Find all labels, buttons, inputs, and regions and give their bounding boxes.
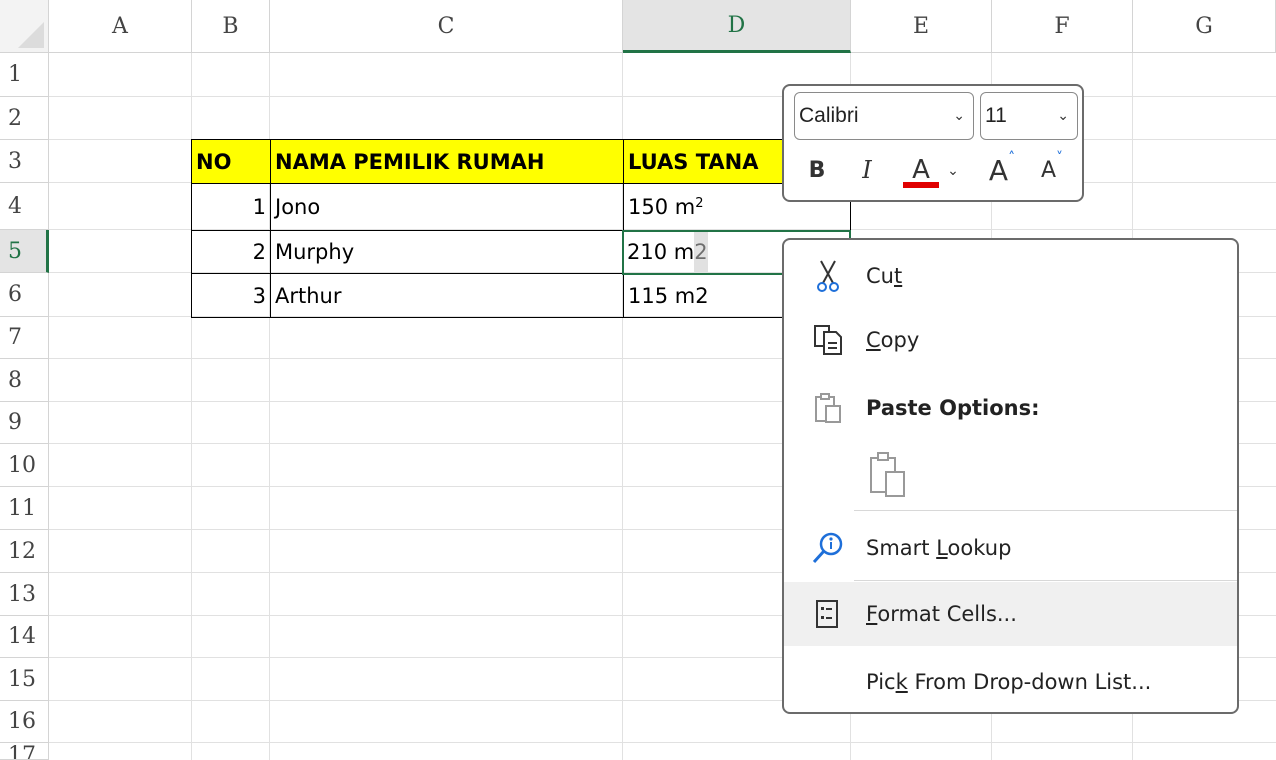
- row-header-3[interactable]: 3: [0, 140, 49, 183]
- menu-item-cut[interactable]: Cut: [784, 244, 1237, 308]
- select-all-corner[interactable]: [0, 0, 49, 53]
- row-header-15[interactable]: 15: [0, 658, 49, 701]
- menu-item-cut-label: Cut: [866, 264, 902, 288]
- row-header-17[interactable]: 17: [0, 743, 49, 760]
- cut-label-pre: Cu: [866, 264, 894, 288]
- font-size-dropdown[interactable]: 11 ⌄: [980, 92, 1078, 140]
- row-header-4[interactable]: 4: [0, 183, 49, 230]
- caret-down-icon: ˅: [1056, 150, 1064, 166]
- pick-label-accelerator: k: [895, 670, 908, 694]
- font-name-dropdown[interactable]: Calibri ⌄: [794, 92, 974, 140]
- caret-up-icon: ˄: [1008, 150, 1016, 166]
- pick-label-pre: Pic: [866, 670, 896, 694]
- copy-icon: [810, 322, 846, 358]
- chevron-down-icon: ⌄: [953, 107, 965, 123]
- context-menu: Cut Copy Paste Options: Smart Lookup For…: [782, 238, 1239, 714]
- row-header-16[interactable]: 16: [0, 701, 49, 743]
- smart-lookup-label-accelerator: L: [936, 536, 948, 560]
- column-header-g[interactable]: G: [1133, 0, 1276, 53]
- gridline: [49, 96, 1276, 97]
- cell-b3-header-no[interactable]: NO: [191, 139, 271, 184]
- cell-d4-luas-base: 150 m: [628, 195, 696, 219]
- format-cells-label-accelerator: F: [866, 602, 878, 626]
- row-header-2[interactable]: 2: [0, 97, 49, 140]
- font-color-swatch: [903, 182, 939, 188]
- row-header-9[interactable]: 9: [0, 402, 49, 444]
- menu-item-paste-options-header: Paste Options:: [784, 376, 1237, 440]
- bold-button[interactable]: B: [802, 148, 832, 192]
- cell-c5-nama[interactable]: Murphy: [270, 230, 624, 274]
- decrease-font-size-button[interactable]: A ˅: [1032, 148, 1072, 192]
- smart-lookup-label-pre: Smart: [866, 536, 937, 560]
- row-header-14[interactable]: 14: [0, 616, 49, 658]
- copy-label-post: opy: [880, 328, 920, 352]
- menu-item-format-cells[interactable]: Format Cells...: [784, 582, 1237, 646]
- column-header-b[interactable]: B: [192, 0, 270, 53]
- row-header-11[interactable]: 11: [0, 487, 49, 530]
- row-header-5[interactable]: 5: [0, 230, 49, 273]
- select-all-triangle: [18, 22, 44, 48]
- paste-clipboard-icon[interactable]: [868, 450, 908, 505]
- menu-item-pick-from-list[interactable]: Pick From Drop-down List...: [784, 650, 1237, 712]
- menu-item-copy-label: Copy: [866, 328, 919, 352]
- cell-b5-no[interactable]: 2: [191, 230, 271, 274]
- grow-font-glyph: A: [988, 153, 1009, 187]
- column-header-e[interactable]: E: [851, 0, 992, 53]
- row-header-13[interactable]: 13: [0, 573, 49, 616]
- smart-lookup-label-post: ookup: [947, 536, 1012, 560]
- row-header-12[interactable]: 12: [0, 530, 49, 573]
- shrink-font-glyph: A: [1040, 157, 1057, 183]
- cell-b6-no[interactable]: 3: [191, 273, 271, 318]
- menu-item-format-cells-label: Format Cells...: [866, 602, 1017, 626]
- menu-item-smart-lookup[interactable]: Smart Lookup: [784, 516, 1237, 580]
- row-header-10[interactable]: 10: [0, 444, 49, 487]
- cut-label-accelerator: t: [893, 264, 903, 288]
- gridline: [49, 742, 1276, 743]
- cell-c6-nama[interactable]: Arthur: [270, 273, 624, 318]
- column-header-a[interactable]: A: [49, 0, 192, 53]
- scissors-icon: [810, 258, 846, 294]
- menu-separator: [854, 580, 1237, 581]
- paste-options-row: [784, 438, 1237, 510]
- copy-label-accelerator: C: [866, 328, 881, 352]
- cell-c4-nama[interactable]: Jono: [270, 183, 624, 231]
- increase-font-size-button[interactable]: A ˄: [980, 148, 1024, 192]
- pick-label-post: From Drop-down List...: [907, 670, 1152, 694]
- row-header-7[interactable]: 7: [0, 317, 49, 359]
- column-header-d[interactable]: D: [623, 0, 851, 53]
- format-cells-label-post: ormat Cells...: [877, 602, 1017, 626]
- menu-item-pick-from-list-label: Pick From Drop-down List...: [866, 670, 1151, 694]
- row-header-8[interactable]: 8: [0, 359, 49, 402]
- menu-separator: [854, 510, 1237, 511]
- row-header-6[interactable]: 6: [0, 273, 49, 317]
- paste-options-label: Paste Options:: [866, 396, 1040, 420]
- mini-toolbar: Calibri ⌄ 11 ⌄ B I A ⌄ A ˄ A ˅: [782, 84, 1084, 202]
- column-header-c[interactable]: C: [270, 0, 623, 53]
- italic-button[interactable]: I: [852, 148, 882, 192]
- font-name-value: Calibri: [799, 104, 859, 127]
- font-size-value: 11: [985, 104, 1007, 127]
- paste-icon: [810, 390, 846, 426]
- menu-item-smart-lookup-label: Smart Lookup: [866, 536, 1011, 560]
- cell-b4-no[interactable]: 1: [191, 183, 271, 231]
- column-header-f[interactable]: F: [992, 0, 1133, 53]
- format-cells-icon: [810, 596, 846, 632]
- menu-item-copy[interactable]: Copy: [784, 308, 1237, 372]
- chevron-down-icon: ⌄: [1057, 107, 1069, 123]
- row-header-1[interactable]: 1: [0, 53, 49, 97]
- cell-c3-header-nama[interactable]: NAMA PEMILIK RUMAH: [270, 139, 624, 184]
- font-color-dropdown-chevron-icon[interactable]: ⌄: [944, 148, 962, 192]
- smart-lookup-icon: [810, 530, 846, 566]
- cell-d4-luas-superscript: 2: [695, 195, 704, 211]
